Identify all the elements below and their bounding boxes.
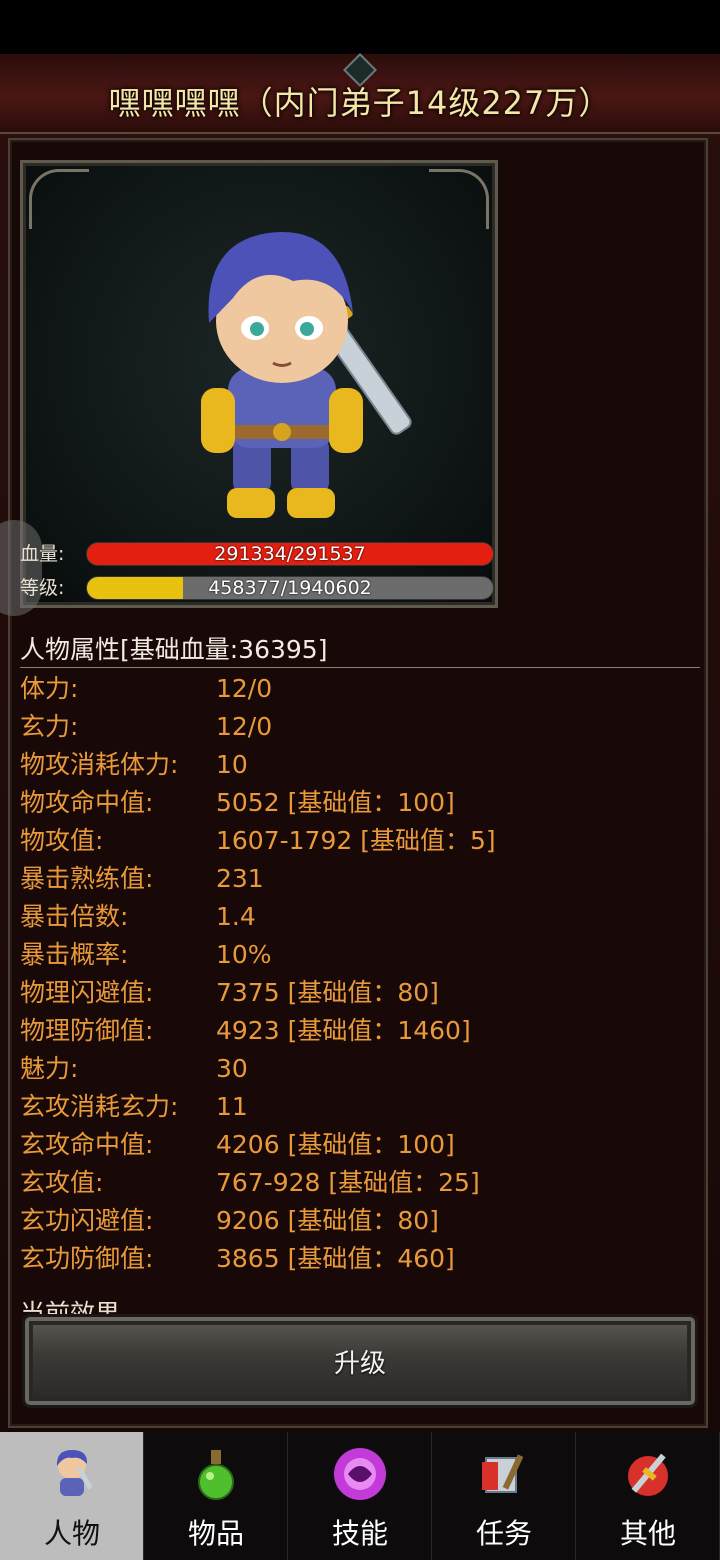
- hp-bar: 291334/291537: [86, 542, 494, 566]
- attribute-key: 玄功防御值:: [20, 1244, 154, 1273]
- attribute-value: 9206 [基础值：80]: [216, 1206, 439, 1235]
- attribute-value: 7375 [基础值：80]: [216, 978, 439, 1007]
- attribute-row: 玄攻消耗玄力: 11: [20, 1089, 700, 1127]
- effects-section-header-partial: 当前效果: [20, 1299, 121, 1314]
- attribute-row: 玄力: 12/0: [20, 709, 700, 747]
- attribute-key: 暴击熟练值:: [20, 864, 154, 893]
- status-bar: [0, 0, 720, 54]
- attribute-row: 物攻命中值: 5052 [基础值：100]: [20, 785, 700, 823]
- attribute-value: 1.4: [216, 902, 256, 931]
- hp-label: 血量:: [20, 543, 65, 565]
- frame-corner-ornament: [429, 169, 489, 229]
- attribute-row: 玄攻命中值: 4206 [基础值：100]: [20, 1127, 700, 1165]
- exp-value: 458377/1940602: [208, 577, 372, 599]
- attribute-row: 玄功闪避值: 9206 [基础值：80]: [20, 1203, 700, 1241]
- attribute-value: 231: [216, 864, 264, 893]
- nav-tab-label: 技能: [331, 1517, 388, 1550]
- exp-bar: 458377/1940602: [86, 576, 494, 600]
- nav-tab-label: 其他: [619, 1517, 676, 1550]
- attribute-key: 物攻消耗体力:: [20, 750, 179, 779]
- nav-tab-5[interactable]: 其他: [576, 1432, 720, 1560]
- attribute-value: 4206 [基础值：100]: [216, 1130, 455, 1159]
- nav-tab-4[interactable]: 任务: [432, 1432, 576, 1560]
- attribute-value: 4923 [基础值：1460]: [216, 1016, 471, 1045]
- level-label: 等级:: [20, 577, 65, 599]
- attribute-value: 5052 [基础值：100]: [216, 788, 455, 817]
- attribute-value: 1607-1792 [基础值：5]: [216, 826, 496, 855]
- attribute-row: 玄功防御值: 3865 [基础值：460]: [20, 1241, 700, 1279]
- attribute-key: 暴击倍数:: [20, 902, 129, 931]
- potion-icon: [186, 1444, 246, 1504]
- attribute-key: 物攻命中值:: [20, 788, 154, 817]
- other-icon: [618, 1444, 678, 1504]
- attribute-key: 物攻值:: [20, 826, 104, 855]
- attribute-key: 玄攻命中值:: [20, 1130, 154, 1159]
- attribute-key: 玄攻值:: [20, 1168, 104, 1197]
- attribute-key: 玄功闪避值:: [20, 1206, 154, 1235]
- page-title: 嘿嘿嘿嘿（内门弟子14级227万）: [108, 84, 612, 122]
- attribute-value: 3865 [基础值：460]: [216, 1244, 455, 1273]
- attribute-row: 玄攻值: 767-928 [基础值：25]: [20, 1165, 700, 1203]
- attribute-value: 12/0: [216, 674, 273, 703]
- attribute-key: 体力:: [20, 674, 79, 703]
- attribute-key: 玄攻消耗玄力:: [20, 1092, 179, 1121]
- attribute-value: 12/0: [216, 712, 273, 741]
- nav-tab-2[interactable]: 物品: [144, 1432, 288, 1560]
- hp-row: 血量: 291334/291537: [20, 540, 498, 568]
- nav-tab-label: 物品: [187, 1517, 244, 1550]
- attribute-row: 暴击概率: 10%: [20, 937, 700, 975]
- attribute-row: 物攻值: 1607-1792 [基础值：5]: [20, 823, 700, 861]
- hp-value: 291334/291537: [214, 543, 366, 565]
- quest-icon: [474, 1444, 534, 1504]
- attribute-key: 物理闪避值:: [20, 978, 154, 1007]
- nav-tab-3[interactable]: 技能: [288, 1432, 432, 1560]
- skill-orb-icon: [330, 1444, 390, 1504]
- attribute-key: 物理防御值:: [20, 1016, 154, 1045]
- upgrade-button[interactable]: 升级: [22, 1314, 698, 1408]
- level-row: 等级: 458377/1940602: [20, 574, 498, 602]
- attribute-row: 暴击倍数: 1.4: [20, 899, 700, 937]
- attributes-list[interactable]: 体力: 12/0 玄力: 12/0 物攻消耗体力: 10 物攻命中值: 5052 [基础值：1…: [20, 671, 700, 1279]
- attribute-value: 10%: [216, 940, 272, 969]
- character-icon: [42, 1444, 102, 1504]
- attribute-value: 30: [216, 1054, 248, 1083]
- attribute-row: 物理防御值: 4923 [基础值：1460]: [20, 1013, 700, 1051]
- bottom-nav: 人物 物品 技能 任务 其他: [0, 1432, 720, 1560]
- nav-tab-label: 任务: [475, 1517, 532, 1550]
- attribute-key: 暴击概率:: [20, 940, 129, 969]
- nav-tab-1[interactable]: 人物: [0, 1432, 144, 1560]
- attribute-row: 物攻消耗体力: 10: [20, 747, 700, 785]
- attributes-header: 人物属性[基础血量:36395]: [20, 630, 700, 668]
- attribute-row: 暴击熟练值: 231: [20, 861, 700, 899]
- frame-corner-ornament: [29, 169, 89, 229]
- attribute-row: 物理闪避值: 7375 [基础值：80]: [20, 975, 700, 1013]
- attribute-value: 10: [216, 750, 248, 779]
- character-avatar-icon: [201, 232, 412, 518]
- nav-tab-label: 人物: [43, 1517, 100, 1550]
- attribute-key: 魅力:: [20, 1054, 79, 1083]
- attribute-value: 11: [216, 1092, 248, 1121]
- attribute-value: 767-928 [基础值：25]: [216, 1168, 480, 1197]
- attribute-row: 体力: 12/0: [20, 671, 700, 709]
- attribute-row: 魅力: 30: [20, 1051, 700, 1089]
- attribute-key: 玄力:: [20, 712, 79, 741]
